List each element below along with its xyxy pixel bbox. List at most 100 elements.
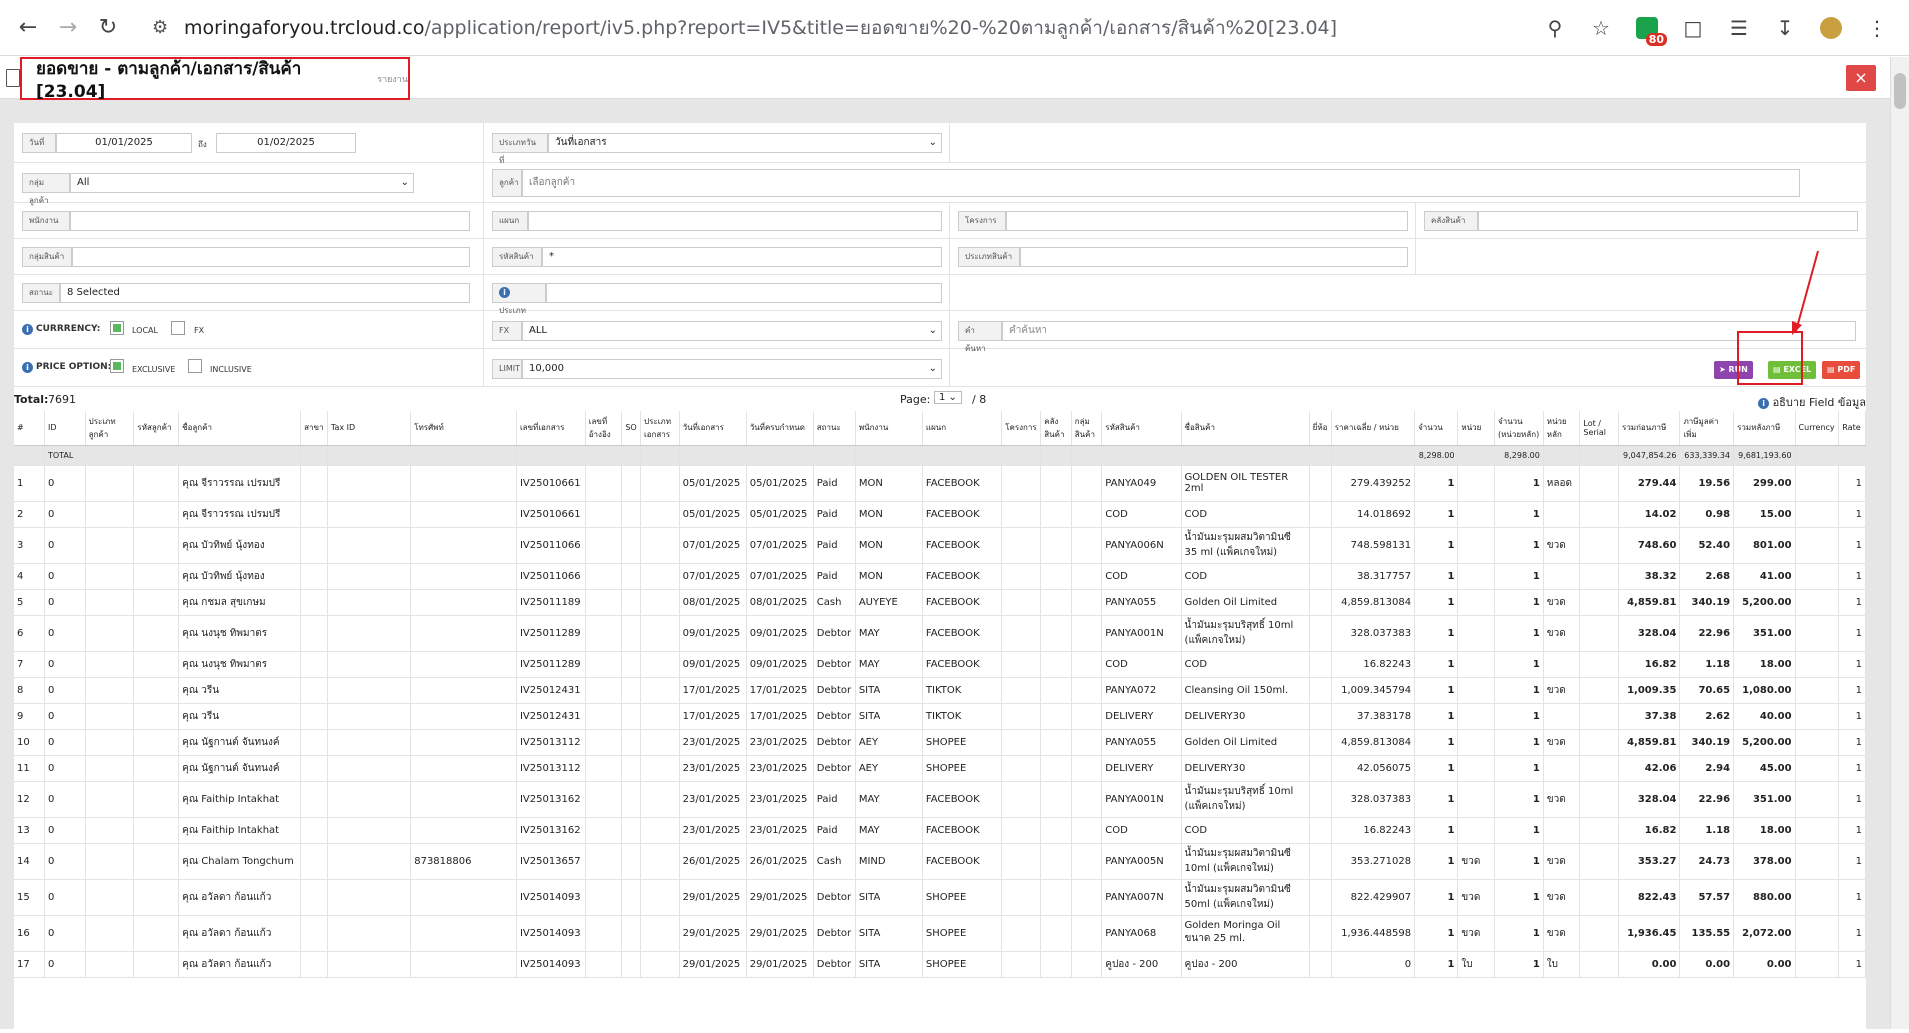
fx-select[interactable]: ALL ⌄ bbox=[522, 321, 942, 341]
cell-vat: 57.57 bbox=[1679, 879, 1735, 916]
inclusive-checkbox[interactable] bbox=[188, 359, 202, 373]
warehouse-input[interactable] bbox=[1478, 211, 1858, 231]
column-header[interactable]: วันที่เอกสาร bbox=[679, 411, 747, 446]
column-header[interactable]: โครงการ bbox=[1001, 411, 1042, 446]
column-header[interactable]: Tax ID bbox=[327, 411, 412, 446]
address-bar[interactable]: ⚙ moringaforyou.trcloud.co/application/r… bbox=[140, 8, 1590, 48]
forward-icon[interactable]: → bbox=[48, 8, 88, 48]
product-code-input[interactable]: * bbox=[542, 247, 942, 267]
table-row[interactable]: 13 0 คุณ Faithip Intakhat IV25013162 23/01/2… bbox=[14, 817, 1866, 844]
department-input[interactable] bbox=[528, 211, 942, 231]
column-header[interactable]: ภาษีมูลค่าเพิ่ม bbox=[1679, 411, 1735, 446]
column-header[interactable]: วันที่ครบกำหนด bbox=[746, 411, 814, 446]
date-from-input[interactable]: 01/01/2025 bbox=[56, 133, 192, 153]
column-header[interactable]: Lot / Serial bbox=[1579, 411, 1620, 446]
column-header[interactable]: โทรศัพท์ bbox=[410, 411, 517, 446]
table-row[interactable]: 4 0 คุณ บัวทิพย์ นุ้งทอง IV25011066 07/01/20… bbox=[14, 563, 1866, 590]
table-cell bbox=[300, 843, 328, 880]
menu-icon[interactable]: ⋮ bbox=[1855, 8, 1899, 48]
table-row[interactable]: 8 0 คุณ วรีน IV25012431 17/01/2025 17/01/2025… bbox=[14, 677, 1866, 704]
table-row[interactable]: 11 0 คุณ นัฐกานต์ จันทนงค์ IV25013112 23/01/… bbox=[14, 755, 1866, 782]
keyword-input[interactable]: คำค้นหา bbox=[1002, 321, 1856, 341]
customer-group-select[interactable]: All ⌄ bbox=[70, 173, 414, 193]
explain-fields-link[interactable]: i อธิบาย Field ข้อมูล bbox=[1758, 393, 1866, 411]
table-cell bbox=[85, 589, 135, 616]
table-row[interactable]: 10 0 คุณ นัฐกานต์ จันทนงค์ IV25013112 23/01/… bbox=[14, 729, 1866, 756]
column-header[interactable]: Rate bbox=[1838, 411, 1866, 446]
column-header[interactable]: สาขา bbox=[300, 411, 328, 446]
product-group-input[interactable] bbox=[72, 247, 470, 267]
column-header[interactable]: ราคาเฉลี่ย / หน่วย bbox=[1331, 411, 1416, 446]
column-header[interactable]: กลุ่มสินค้า bbox=[1071, 411, 1103, 446]
column-header[interactable]: หน่วย bbox=[1457, 411, 1496, 446]
scrollbar-thumb[interactable] bbox=[1894, 73, 1906, 109]
column-header[interactable]: เลขที่เอกสาร bbox=[516, 411, 586, 446]
back-icon[interactable]: ← bbox=[8, 8, 48, 48]
table-row[interactable]: 1 0 คุณ จีราวรรณ เปรมปรี IV25010661 05/01/20… bbox=[14, 465, 1866, 502]
table-cell bbox=[640, 445, 680, 466]
table-cell bbox=[1331, 445, 1416, 466]
column-header[interactable]: คลังสินค้า bbox=[1040, 411, 1072, 446]
avatar[interactable] bbox=[1809, 8, 1853, 48]
employee-input[interactable] bbox=[70, 211, 470, 231]
column-header[interactable]: พนักงาน bbox=[855, 411, 923, 446]
column-header[interactable]: รวมก่อนภาษี bbox=[1618, 411, 1681, 446]
column-header[interactable]: แผนก bbox=[922, 411, 1003, 446]
page-scrollbar[interactable] bbox=[1890, 57, 1909, 1029]
table-row[interactable]: 3 0 คุณ บัวทิพย์ นุ้งทอง IV25011066 07/01/20… bbox=[14, 527, 1866, 564]
column-header[interactable]: ยี่ห้อ bbox=[1309, 411, 1332, 446]
column-header[interactable]: เลขที่อ้างอิง bbox=[585, 411, 623, 446]
table-cell bbox=[1579, 817, 1620, 844]
limit-select[interactable]: 10,000 ⌄ bbox=[522, 359, 942, 379]
product-type-input[interactable] bbox=[1020, 247, 1408, 267]
column-header[interactable]: ชื่อลูกค้า bbox=[178, 411, 302, 446]
site-settings-icon[interactable]: ⚙ bbox=[152, 17, 168, 38]
bookmark-star-icon[interactable]: ☆ bbox=[1579, 8, 1623, 48]
zoom-icon[interactable]: ⚲ bbox=[1533, 8, 1577, 48]
media-icon[interactable]: ☰ bbox=[1717, 8, 1761, 48]
table-row[interactable]: 6 0 คุณ นงนุช ทิพมาตร IV25011289 09/01/2025 0… bbox=[14, 615, 1866, 652]
column-header[interactable]: รหัสลูกค้า bbox=[133, 411, 180, 446]
column-header[interactable]: Currency bbox=[1795, 411, 1840, 446]
table-row[interactable]: 7 0 คุณ นงนุช ทิพมาตร IV25011289 09/01/2025 0… bbox=[14, 651, 1866, 678]
table-cell bbox=[133, 677, 180, 704]
column-header[interactable]: ชื่อสินค้า bbox=[1181, 411, 1310, 446]
table-row[interactable]: 15 0 คุณ อวัลดา ก้อนแก้ว IV25014093 29/01/20… bbox=[14, 879, 1866, 916]
column-header[interactable]: ประเภทเอกสาร bbox=[640, 411, 680, 446]
table-row[interactable]: 16 0 คุณ อวัลดา ก้อนแก้ว IV25014093 29/01/20… bbox=[14, 915, 1866, 952]
customer-search-input[interactable]: เลือกลูกค้า bbox=[522, 169, 1800, 197]
table-row[interactable]: 14 0 คุณ Chalam Tongchum 873818806 IV2501365… bbox=[14, 843, 1866, 880]
column-header[interactable]: หน่วยหลัก bbox=[1543, 411, 1581, 446]
date-to-input[interactable]: 01/02/2025 bbox=[216, 133, 356, 153]
local-checkbox[interactable] bbox=[110, 321, 124, 335]
page-select[interactable]: 1 ⌄ bbox=[934, 391, 962, 404]
puzzle-icon[interactable]: □ bbox=[1671, 8, 1715, 48]
table-row[interactable]: 5 0 คุณ กชมล สุขเกษม IV25011189 08/01/2025 08… bbox=[14, 589, 1866, 616]
exclusive-checkbox[interactable] bbox=[110, 359, 124, 373]
column-header[interactable]: # bbox=[14, 411, 45, 446]
table-row[interactable]: 2 0 คุณ จีราวรรณ เปรมปรี IV25010661 05/01/20… bbox=[14, 501, 1866, 528]
column-header[interactable]: ID bbox=[44, 411, 86, 446]
table-row[interactable]: 9 0 คุณ วรีน IV25012431 17/01/2025 17/01/2025… bbox=[14, 703, 1866, 730]
type-input[interactable] bbox=[546, 283, 942, 303]
date-type-select[interactable]: วันที่เอกสาร ⌄ bbox=[548, 133, 942, 153]
column-header[interactable]: รวมหลังภาษี bbox=[1733, 411, 1796, 446]
table-row[interactable]: 12 0 คุณ Faithip Intakhat IV25013162 23/01/2… bbox=[14, 781, 1866, 818]
table-cell bbox=[1071, 615, 1103, 652]
column-header[interactable]: จำนวน bbox=[1414, 411, 1459, 446]
column-header[interactable]: สถานะ bbox=[813, 411, 856, 446]
status-select[interactable]: 8 Selected bbox=[60, 283, 470, 303]
table-row[interactable]: 17 0 คุณ อวัลดา ก้อนแก้ว IV25014093 29/01/20… bbox=[14, 951, 1866, 978]
reload-icon[interactable]: ↻ bbox=[88, 8, 128, 48]
fx-checkbox[interactable] bbox=[171, 321, 185, 335]
close-button[interactable]: × bbox=[1846, 65, 1876, 91]
cell-unit bbox=[1457, 817, 1496, 844]
column-header[interactable]: รหัสสินค้า bbox=[1101, 411, 1182, 446]
pdf-button[interactable]: ▤ PDF bbox=[1822, 361, 1861, 379]
column-header[interactable]: จำนวน (หน่วยหลัก) bbox=[1494, 411, 1544, 446]
extension-icon[interactable]: 80 bbox=[1625, 8, 1669, 48]
column-header[interactable]: ประเภทลูกค้า bbox=[85, 411, 135, 446]
column-header[interactable]: SO bbox=[621, 411, 642, 446]
download-icon[interactable]: ↧ bbox=[1763, 8, 1807, 48]
project-input[interactable] bbox=[1006, 211, 1408, 231]
